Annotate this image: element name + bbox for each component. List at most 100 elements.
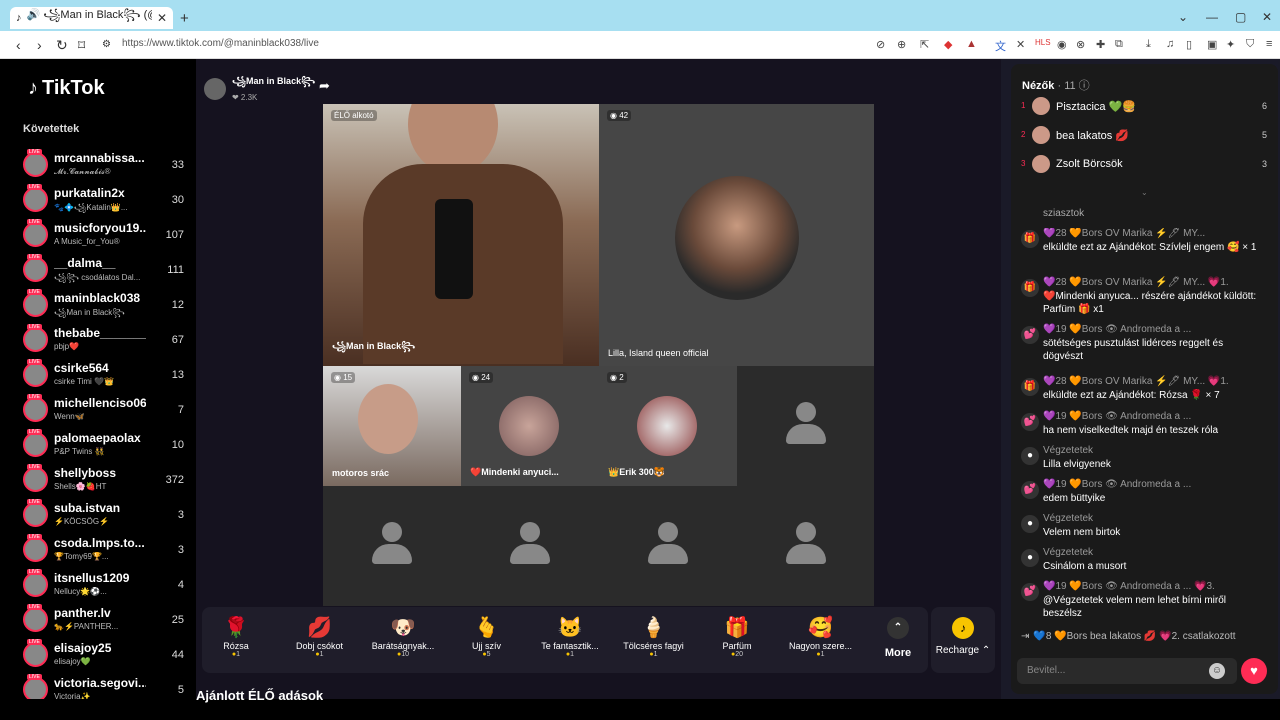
ext-icon-1[interactable]: ⊘ (876, 38, 885, 51)
message-icon[interactable]: ● (1021, 549, 1039, 567)
recharge-button[interactable]: ♪ Recharge ⌃ (931, 607, 995, 673)
chat-input[interactable]: Bevitel... (1017, 658, 1237, 684)
top-viewer-row[interactable]: 2 bea lakatos 💋 5 (1011, 122, 1278, 150)
message-sender[interactable]: 💜19 🧡Bors 👁 Andromeda a ... (1043, 411, 1191, 422)
message-sender[interactable]: 💜19 🧡Bors 👁 Andromeda a ... 💗3. (1043, 581, 1215, 592)
message-icon[interactable]: 🎁 (1021, 378, 1039, 396)
empty-seat[interactable] (461, 486, 599, 606)
empty-seat[interactable] (599, 486, 737, 606)
gift-item[interactable]: 🐱 Te fantasztik... ●1 (527, 615, 613, 658)
gift-item[interactable]: 💋 Dobj csókot ●1 (277, 615, 363, 658)
rewards-icon[interactable]: ▲ (966, 38, 977, 50)
message-icon[interactable]: ● (1021, 515, 1039, 533)
reload-icon[interactable]: ↻ (56, 37, 68, 54)
ext-icon-6[interactable]: ⧉ (1115, 38, 1123, 51)
message-icon[interactable]: 💕 (1021, 481, 1039, 499)
ext-icon-2[interactable]: ✕ (1016, 38, 1025, 51)
top-viewer-row[interactable]: 3 Zsolt Börcsök 3 (1011, 151, 1278, 179)
more-gifts-button[interactable]: ⌃ More (882, 617, 914, 659)
maximize-icon[interactable]: ▢ (1235, 10, 1246, 24)
empty-seat[interactable] (737, 366, 874, 486)
gift-item[interactable]: 🍦 Tölcséres fagyi ●1 (611, 615, 697, 658)
wallet-icon[interactable]: ▣ (1207, 38, 1217, 51)
emoji-icon[interactable]: ☺ (1209, 663, 1225, 679)
message-sender[interactable]: Végzetetek (1043, 547, 1093, 558)
ext-icon-4[interactable]: ◉ (1057, 38, 1067, 51)
guest-video-mindenki[interactable]: ◉ 24 ❤️Mindenki anyuci... (461, 366, 599, 486)
download-icon[interactable]: ⤓ (1146, 38, 1151, 51)
zoom-icon[interactable]: ⊕ (897, 38, 906, 51)
host-avatar[interactable] (204, 77, 226, 100)
empty-seat[interactable] (737, 486, 874, 606)
following-item[interactable]: LIVE csoda.lmps.to... 🏆Tomy69🏆... 3 (10, 534, 196, 569)
share-page-icon[interactable]: ⇱ (920, 38, 929, 51)
following-item[interactable]: LIVE michellenciso06 Wenn🦋 7 (10, 394, 196, 429)
gift-item[interactable]: 🥰 Nagyon szere... ●1 (778, 615, 864, 658)
tab-list-icon[interactable]: ⌄ (1178, 10, 1188, 24)
top-viewer-row[interactable]: 1 Pisztacica 💚🍔 6 (1011, 93, 1278, 121)
following-item[interactable]: LIVE palomaepaolax P&P Twins 👯 10 (10, 429, 196, 464)
message-icon[interactable]: 🎁 (1021, 230, 1039, 248)
sidebar-toggle-icon[interactable]: ▯ (1186, 38, 1192, 51)
message-icon[interactable]: 💕 (1021, 583, 1039, 601)
message-sender[interactable]: 💜28 🧡Bors OV Marika ⚡🖊 MY... 💗1. (1043, 376, 1229, 387)
following-item[interactable]: LIVE suba.istvan ⚡KÖCSÖG⚡ 3 (10, 499, 196, 534)
gift-item[interactable]: 🐶 Barátságnyak... ●10 (360, 615, 446, 658)
empty-seat[interactable] (323, 486, 461, 606)
browser-tab[interactable]: ♪ 🔊 ꧁Man in Black꧂ (@maninbl… ✕ (10, 7, 173, 29)
brave-shield-icon[interactable]: ◆ (944, 38, 952, 51)
message-sender[interactable]: 💜28 🧡Bors OV Marika ⚡🖊 MY... (1043, 228, 1205, 239)
share-icon[interactable]: ➦ (319, 78, 330, 94)
message-icon[interactable]: 🎁 (1021, 279, 1039, 297)
guest-video-lilla[interactable]: ◉ 42 Lilla, Island queen official (599, 104, 874, 366)
extensions-icon[interactable]: ✚ (1096, 38, 1105, 51)
host-video[interactable]: ÉLŐ alkotó ꧁Man in Black꧂ (323, 104, 599, 366)
following-item[interactable]: LIVE purkatalin2x 🐾💠꧁Katalin👑... 30 (10, 184, 196, 219)
chevron-down-icon[interactable]: ⌄ (1141, 188, 1148, 197)
following-item[interactable]: LIVE victoria.segovi... Victoria✨ 5 (10, 674, 196, 699)
tiktok-logo[interactable]: ♪ TikTok (28, 77, 105, 100)
guest-video-erik[interactable]: ◉ 2 👑Erik 300🐯 (599, 366, 737, 486)
message-icon[interactable]: 💕 (1021, 413, 1039, 431)
ext-icon-3[interactable]: HLS (1035, 38, 1051, 47)
translate-icon[interactable]: 文 (995, 38, 1006, 54)
close-window-icon[interactable]: ✕ (1262, 10, 1272, 24)
following-item[interactable]: LIVE musicforyou19... A Music_for_You® 107 (10, 219, 196, 254)
new-tab-icon[interactable]: + (180, 10, 189, 27)
following-item[interactable]: LIVE itsnellus1209 Nellucy🌟⚽... 4 (10, 569, 196, 604)
bookmark-icon[interactable]: ⌑ (78, 37, 85, 54)
url-input[interactable]: https://www.tiktok.com/@maninblack038/li… (122, 38, 319, 49)
gift-item[interactable]: 🫰 Ujj szív ●5 (444, 615, 530, 658)
following-item[interactable]: LIVE __dalma__ ꧁꧂ csodálatos Dal... 111 (10, 254, 196, 289)
message-sender[interactable]: 💜28 🧡Bors OV Marika ⚡🖊 MY... 💗1. (1043, 277, 1229, 288)
gift-item[interactable]: 🎁 Parfüm ●20 (694, 615, 780, 658)
following-item[interactable]: LIVE csirke564 csirke Timi 🖤👑 13 (10, 359, 196, 394)
close-tab-icon[interactable]: ✕ (157, 11, 167, 25)
following-item[interactable]: LIVE maninblack038 ꧁Man in Black꧂ 12 (10, 289, 196, 324)
message-icon[interactable]: ● (1021, 447, 1039, 465)
menu-icon[interactable]: ≡ (1266, 38, 1272, 50)
vpn-icon[interactable]: ⛉ (1246, 38, 1254, 51)
message-icon[interactable]: 💕 (1021, 326, 1039, 344)
ext-icon-5[interactable]: ⊗ (1076, 38, 1085, 51)
forward-icon[interactable]: › (37, 37, 42, 53)
message-sender[interactable]: 💜19 🧡Bors 👁 Andromeda a ... (1043, 479, 1191, 490)
back-icon[interactable]: ‹ (16, 37, 21, 53)
message-sender[interactable]: Végzetetek (1043, 445, 1093, 456)
like-heart-button[interactable]: ♥ (1241, 658, 1267, 684)
message-sender[interactable]: Végzetetek (1043, 513, 1093, 524)
following-item[interactable]: LIVE shellyboss Shells🌸🍓HT 372 (10, 464, 196, 499)
leo-icon[interactable]: ✦ (1226, 38, 1235, 51)
guest-video-motoros[interactable]: ◉ 15 motoros srác (323, 366, 461, 486)
message-sender[interactable]: 💜19 🧡Bors 👁 Andromeda a ... (1043, 324, 1191, 335)
minimize-icon[interactable]: — (1206, 10, 1218, 24)
info-icon[interactable]: ⓘ (1079, 80, 1090, 92)
following-item[interactable]: LIVE mrcannabissa... 𝓜𝓻.𝓒𝓪𝓷𝓷𝓪𝓫𝓲𝓼® 33 (10, 149, 196, 184)
gift-item[interactable]: 🌹 Rózsa ●1 (193, 615, 279, 658)
site-info-icon[interactable]: ⚙ (102, 39, 111, 50)
following-item[interactable]: LIVE panther.lv 🐆⚡PANTHER... 25 (10, 604, 196, 639)
following-item[interactable]: LIVE elisajoy25 elisajoy💚 44 (10, 639, 196, 674)
media-icon[interactable]: ♫ (1166, 38, 1174, 50)
host-info[interactable]: ꧁Man in Black꧂ ❤ 2.3K (204, 75, 315, 102)
following-item[interactable]: LIVE thebabe_______ pbjp❤️ 67 (10, 324, 196, 359)
